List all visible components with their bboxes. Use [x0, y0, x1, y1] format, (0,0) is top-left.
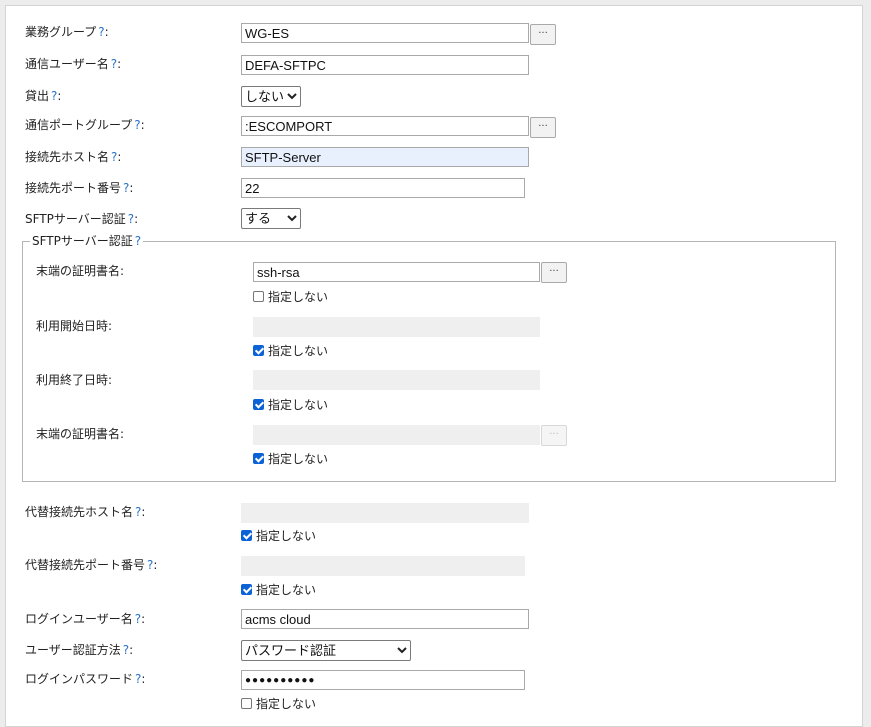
help-icon[interactable]: ? [128, 212, 134, 226]
lending-select[interactable]: しない [241, 86, 301, 107]
cert-name-2-input[interactable] [253, 425, 540, 445]
alt-port-label: 代替接続先ポート番号?: [25, 558, 158, 572]
help-icon[interactable]: ? [135, 672, 141, 686]
sftp-auth-legend: SFTPサーバー認証? [30, 234, 144, 248]
cert-name-2-label: 末端の証明書名: [36, 427, 125, 441]
login-password-unspecified-checkbox[interactable]: 指定しない [241, 697, 316, 711]
help-icon[interactable]: ? [123, 181, 129, 195]
chevron-down-icon [397, 647, 407, 654]
login-password-label: ログインパスワード?: [25, 672, 146, 686]
dest-port-label: 接続先ポート番号?: [25, 181, 134, 195]
auth-method-label: ユーザー認証方法?: [25, 643, 134, 657]
comm-port-group-label: 通信ポートグループ?: [25, 118, 145, 132]
help-icon[interactable]: ? [147, 558, 153, 572]
dest-port-input[interactable]: 22 [241, 178, 525, 198]
business-group-label: 業務グループ?: [25, 25, 109, 39]
help-icon[interactable]: ? [111, 57, 117, 71]
cert-name-label: 末端の証明書名: [36, 264, 125, 278]
alt-port-unspecified-checkbox[interactable]: 指定しない [241, 583, 316, 597]
start-date-label: 利用開始日時: [36, 319, 113, 333]
help-icon[interactable]: ? [111, 150, 117, 164]
login-password-input[interactable]: ●●●●●●●●●● [241, 670, 525, 690]
help-icon[interactable]: ? [135, 234, 141, 248]
end-date-unspecified-checkbox[interactable]: 指定しない [253, 398, 328, 412]
lending-label: 貸出?: [25, 89, 62, 103]
dest-host-input[interactable]: SFTP-Server [241, 147, 529, 167]
start-date-input[interactable] [253, 317, 540, 337]
comm-port-group-browse-button[interactable]: ··· [530, 117, 556, 138]
cert-name-input[interactable]: ssh-rsa [253, 262, 540, 282]
help-icon[interactable]: ? [123, 643, 129, 657]
business-group-browse-button[interactable]: ··· [530, 24, 556, 45]
sftp-auth-select[interactable]: する [241, 208, 301, 229]
comm-port-group-input[interactable]: :ESCOMPORT [241, 116, 529, 136]
alt-host-label: 代替接続先ホスト名?: [25, 505, 146, 519]
login-user-label: ログインユーザー名?: [25, 612, 146, 626]
help-icon[interactable]: ? [135, 505, 141, 519]
auth-method-select[interactable]: パスワード認証 [241, 640, 411, 661]
cert-name-2-browse-button[interactable]: ··· [541, 425, 567, 446]
chevron-down-icon [287, 215, 297, 222]
start-date-unspecified-checkbox[interactable]: 指定しない [253, 344, 328, 358]
dest-host-label: 接続先ホスト名?: [25, 150, 122, 164]
alt-host-unspecified-checkbox[interactable]: 指定しない [241, 529, 316, 543]
business-group-input[interactable]: WG-ES [241, 23, 529, 43]
cert-name-browse-button[interactable]: ··· [541, 262, 567, 283]
cert-name-unspecified-checkbox[interactable]: 指定しない [253, 290, 328, 304]
end-date-label: 利用終了日時: [36, 373, 113, 387]
help-icon[interactable]: ? [135, 612, 141, 626]
end-date-input[interactable] [253, 370, 540, 390]
sftp-auth-label: SFTPサーバー認証?: [25, 212, 139, 226]
alt-host-input[interactable] [241, 503, 529, 523]
comm-user-input[interactable]: DEFA-SFTPC [241, 55, 529, 75]
help-icon[interactable]: ? [134, 118, 140, 132]
help-icon[interactable]: ? [98, 25, 104, 39]
comm-user-label: 通信ユーザー名?: [25, 57, 122, 71]
alt-port-input[interactable] [241, 556, 525, 576]
help-icon[interactable]: ? [51, 89, 57, 103]
chevron-down-icon [287, 93, 297, 100]
login-user-input[interactable]: acms cloud [241, 609, 529, 629]
cert-name-2-unspecified-checkbox[interactable]: 指定しない [253, 452, 328, 466]
